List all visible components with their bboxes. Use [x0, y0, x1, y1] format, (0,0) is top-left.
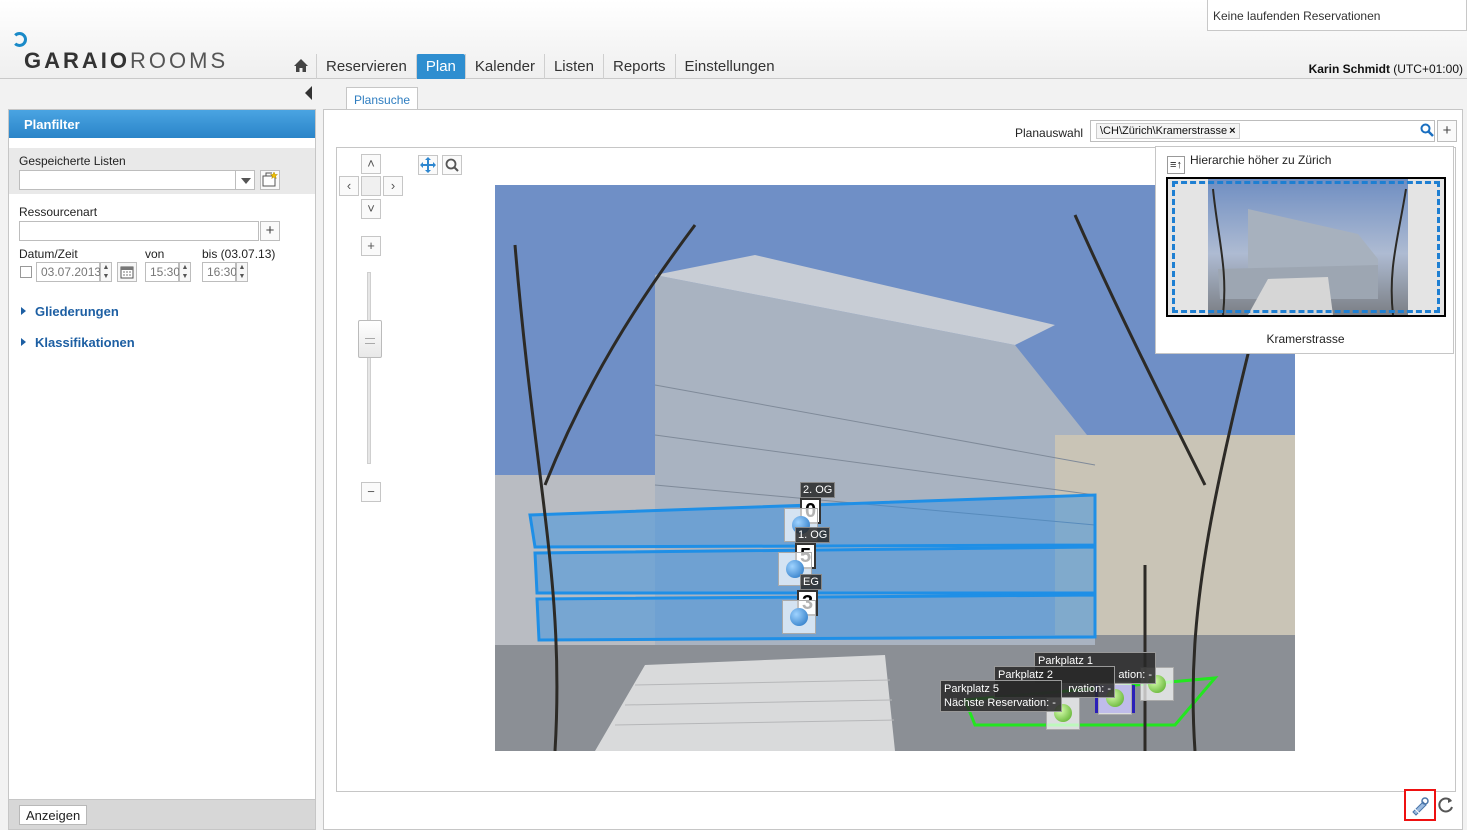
- floor-label-2og: 2. OG: [800, 482, 836, 498]
- parking-next-5: Nächste Reservation: -: [944, 697, 1056, 709]
- floor-label-1og: 1. OG: [795, 527, 831, 543]
- plan-select-label: Planauswahl: [1015, 126, 1084, 140]
- zoom-tool-icon[interactable]: [442, 155, 462, 175]
- date-spinner-icon[interactable]: ▲ ▼: [100, 262, 112, 282]
- zoom-slider-track[interactable]: [367, 272, 371, 464]
- search-icon[interactable]: [1420, 123, 1434, 140]
- floor-label-eg: EG: [800, 574, 822, 590]
- planfilter-title: Planfilter: [9, 110, 315, 138]
- hierarchy-up-label: Hierarchie höher zu Zürich: [1190, 153, 1332, 167]
- chevron-down-icon[interactable]: [235, 170, 255, 190]
- user-name: Karin Schmidt: [1308, 62, 1390, 76]
- pan-left-icon[interactable]: ‹: [339, 176, 359, 196]
- saved-lists-select[interactable]: [19, 170, 237, 190]
- section-klassifikationen[interactable]: Klassifikationen: [21, 335, 135, 350]
- move-tool-icon[interactable]: [418, 155, 438, 175]
- add-plan-button[interactable]: +: [1437, 120, 1457, 142]
- date-input[interactable]: 03.07.2013: [36, 262, 101, 282]
- overview-thumbnail[interactable]: [1166, 177, 1446, 317]
- saved-lists-box: Gespeicherte Listen: [9, 148, 315, 194]
- from-spinner-icon[interactable]: ▲ ▼: [179, 262, 191, 282]
- zoom-out-button[interactable]: −: [361, 482, 381, 502]
- overview-panel: ≡↑ Hierarchie höher zu Zürich Kramerstras…: [1155, 146, 1454, 354]
- tab-reservieren[interactable]: Reservieren: [316, 54, 416, 79]
- datetime-label: Datum/Zeit: [19, 247, 78, 261]
- pan-up-icon[interactable]: ˄: [361, 154, 381, 174]
- datetime-checkbox[interactable]: [20, 266, 32, 278]
- overview-name: Kramerstrasse: [1266, 332, 1345, 346]
- logo-mark-icon: [12, 32, 27, 47]
- overview-viewport[interactable]: [1172, 181, 1440, 313]
- floor-pin-eg[interactable]: [782, 600, 816, 634]
- logo-brand-b: ROOMS: [130, 48, 229, 73]
- hierarchy-up-link[interactable]: ≡↑ Hierarchie höher zu Zürich: [1167, 153, 1331, 174]
- tab-kalender[interactable]: Kalender: [464, 54, 544, 79]
- tab-einstellungen[interactable]: Einstellungen: [674, 54, 784, 79]
- tab-reports[interactable]: Reports: [602, 54, 675, 79]
- user-info[interactable]: Karin Schmidt (UTC+01:00): [1309, 62, 1463, 76]
- refresh-icon[interactable]: [1436, 795, 1456, 815]
- zoom-slider-thumb[interactable]: [358, 320, 382, 358]
- to-label: bis (03.07.13): [202, 247, 276, 261]
- sidebar-footer: Anzeigen: [9, 799, 315, 829]
- resource-type-input[interactable]: [19, 221, 259, 241]
- plan-token: \CH\Zürich\Kramerstrasse ×: [1096, 123, 1240, 139]
- plan-token-text: \CH\Zürich\Kramerstrasse: [1100, 125, 1228, 137]
- plan-select-input[interactable]: \CH\Zürich\Kramerstrasse ×: [1090, 120, 1435, 142]
- pan-right-icon[interactable]: ›: [383, 176, 403, 196]
- saved-lists-label: Gespeicherte Listen: [19, 154, 126, 168]
- from-time-input[interactable]: 15:30: [145, 262, 180, 282]
- pan-center[interactable]: [361, 176, 381, 196]
- main-nav: Reservieren Plan Kalender Listen Reports…: [286, 54, 784, 79]
- save-list-icon[interactable]: [260, 170, 280, 190]
- user-timezone: (UTC+01:00): [1393, 62, 1463, 76]
- add-resource-type-button[interactable]: +: [260, 221, 280, 241]
- tab-plansuche[interactable]: Plansuche: [346, 87, 419, 110]
- tab-plan[interactable]: Plan: [415, 54, 465, 79]
- to-time-input[interactable]: 16:30: [202, 262, 237, 282]
- calendar-icon[interactable]: [117, 262, 137, 282]
- hierarchy-up-icon: ≡↑: [1167, 156, 1185, 174]
- garaio-rooms-logo: GARAIOROOMS: [10, 32, 225, 74]
- logo-brand-a: GARAIO: [24, 48, 130, 73]
- resource-type-label: Ressourcenart: [19, 205, 98, 219]
- tab-listen[interactable]: Listen: [543, 54, 603, 79]
- parking-name-5: Parkplatz 5: [944, 683, 1000, 695]
- filter-fields: Ressourcenart + Datum/Zeit von bis (03.0…: [9, 194, 315, 314]
- planfilter-panel: Planfilter Gespeicherte Listen Ressource…: [8, 109, 316, 830]
- section-gliederungen[interactable]: Gliederungen: [21, 304, 119, 319]
- from-label: von: [145, 247, 165, 261]
- to-spinner-icon[interactable]: ▲ ▼: [236, 262, 248, 282]
- home-icon[interactable]: [286, 54, 316, 79]
- parking-label-5: Parkplatz 5 Nächste Reservation: -: [940, 680, 1062, 712]
- reservation-notice: Keine laufenden Reservationen: [1207, 0, 1467, 31]
- token-remove-icon[interactable]: ×: [1229, 125, 1235, 137]
- show-button[interactable]: Anzeigen: [19, 805, 88, 825]
- collapse-sidebar-icon[interactable]: [305, 86, 312, 100]
- pan-down-icon[interactable]: ˅: [361, 199, 381, 219]
- app-header: Keine laufenden Reservationen GARAIOROOM…: [0, 0, 1467, 79]
- filter-highlight-icon[interactable]: [1404, 789, 1436, 821]
- zoom-in-button[interactable]: +: [361, 236, 381, 256]
